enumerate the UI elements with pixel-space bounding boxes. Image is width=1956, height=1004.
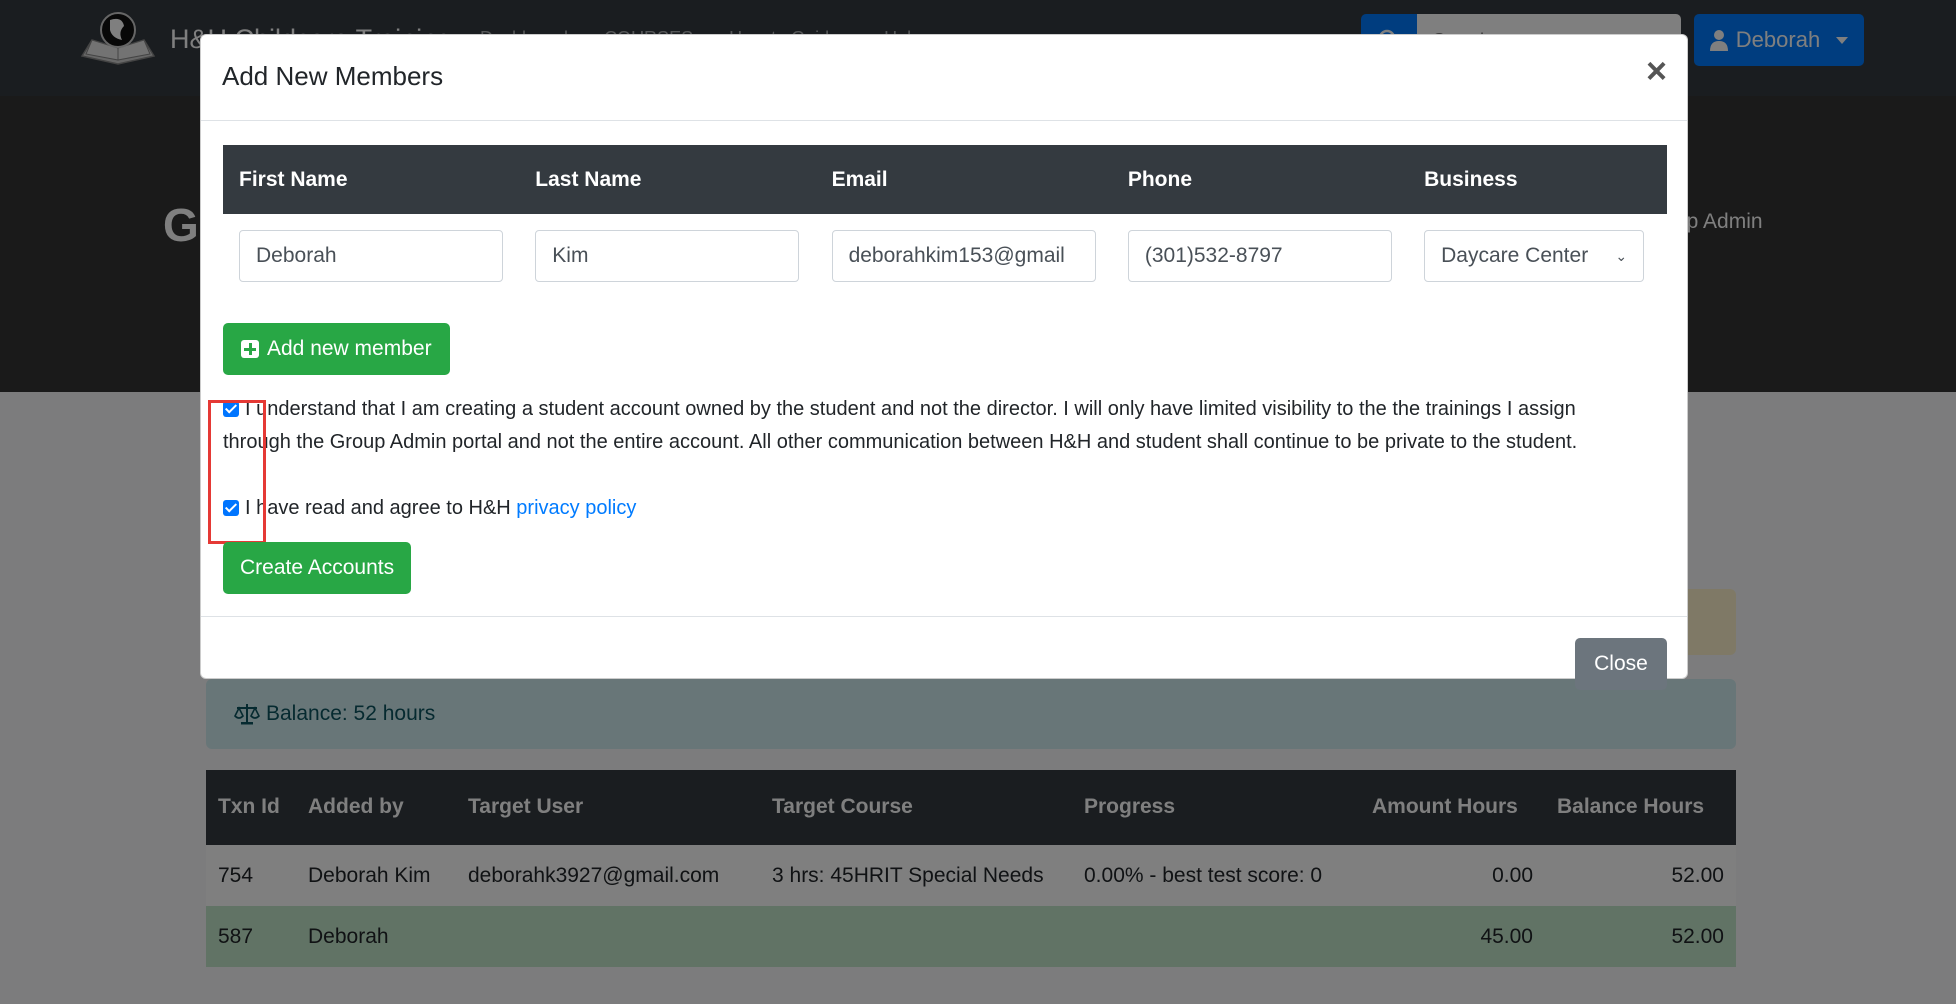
modal-footer-divider — [201, 616, 1687, 617]
chevron-down-icon: ⌄ — [1615, 247, 1628, 264]
privacy-policy-link[interactable]: privacy policy — [516, 497, 636, 519]
first-name-input[interactable] — [239, 230, 503, 282]
col-phone: Phone — [1111, 145, 1409, 214]
create-accounts-button[interactable]: Create Accounts — [223, 542, 412, 594]
email-input[interactable] — [831, 230, 1096, 282]
add-members-modal: Add New Members × First Name Last Name E… — [200, 34, 1688, 690]
plus-square-icon — [241, 340, 259, 358]
modal-title: Add New Members — [222, 61, 444, 91]
consent-privacy: I have read and agree to H&H privacy pol… — [223, 492, 1623, 525]
phone-input[interactable] — [1127, 230, 1392, 282]
members-header-row: First Name Last Name Email Phone Busines… — [223, 145, 1667, 214]
consent-text: I understand that I am creating a studen… — [223, 398, 1578, 453]
modal-header: Add New Members × — [201, 35, 1687, 121]
col-first-name: First Name — [223, 145, 520, 214]
business-selected-value: Daycare Center — [1441, 244, 1589, 267]
member-row: Daycare Center ⌄ — [223, 214, 1667, 282]
ownership-consent-checkbox[interactable] — [223, 401, 239, 417]
privacy-prefix: I have read and agree to H&H — [245, 497, 511, 519]
last-name-input[interactable] — [535, 230, 800, 282]
col-last-name: Last Name — [519, 145, 816, 214]
close-button[interactable]: Close — [1575, 638, 1667, 690]
privacy-consent-checkbox[interactable] — [223, 500, 239, 516]
add-new-member-label: Add new member — [267, 337, 432, 360]
consent-ownership: I understand that I am creating a studen… — [223, 393, 1623, 459]
col-business: Business — [1408, 145, 1667, 214]
close-icon[interactable]: × — [1646, 53, 1667, 89]
col-email: Email — [815, 145, 1112, 214]
business-select[interactable]: Daycare Center ⌄ — [1424, 230, 1645, 282]
add-new-member-button[interactable]: Add new member — [223, 323, 450, 375]
members-table: First Name Last Name Email Phone Busines… — [223, 145, 1667, 282]
